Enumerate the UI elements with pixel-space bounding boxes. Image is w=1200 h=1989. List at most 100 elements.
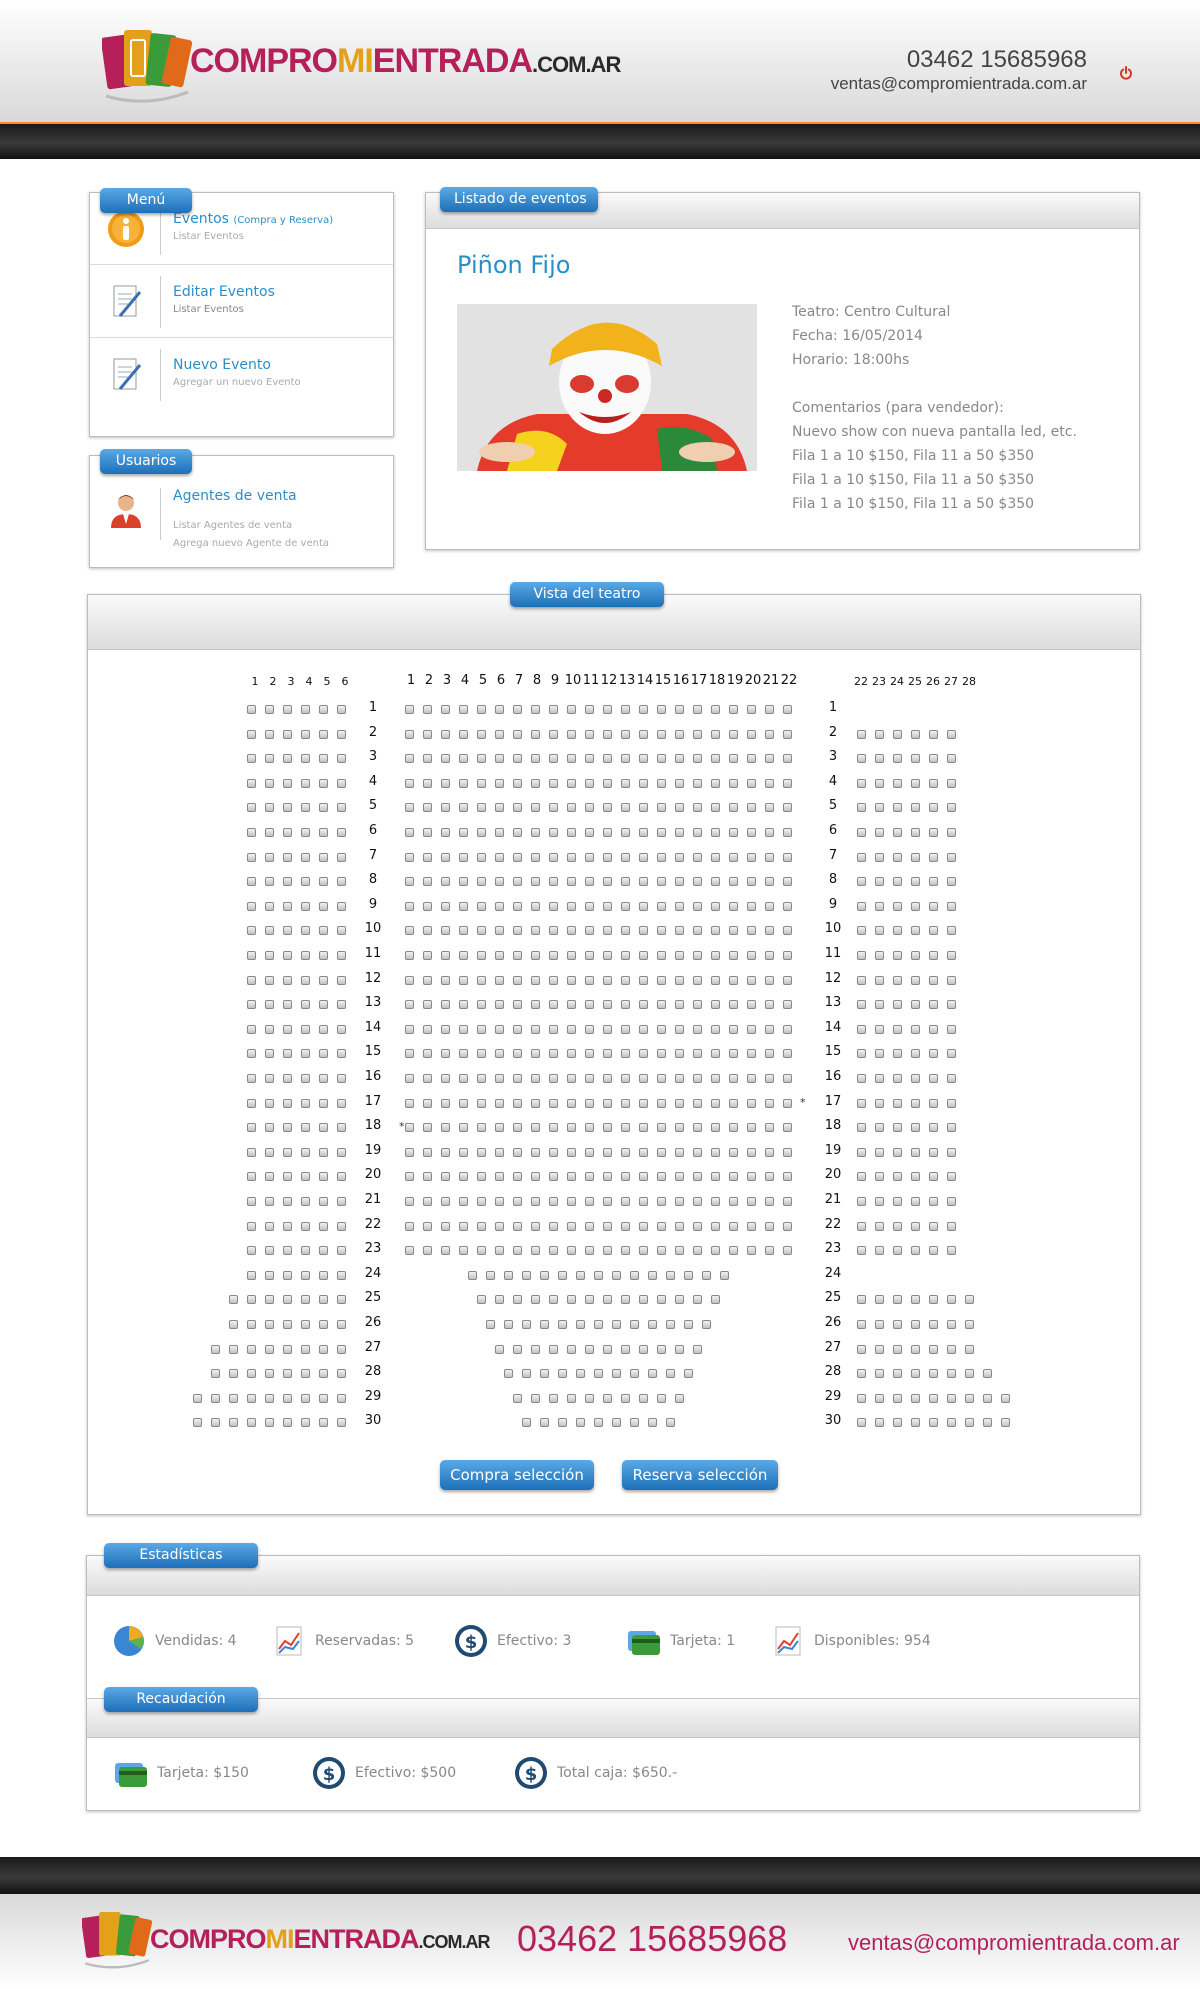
seat-left[interactable] — [337, 778, 346, 788]
seat-center[interactable] — [675, 1221, 684, 1231]
seat-center[interactable] — [603, 926, 612, 936]
seat-left[interactable] — [337, 1000, 346, 1010]
seat-center[interactable] — [441, 1000, 450, 1010]
seat-center[interactable] — [765, 1074, 774, 1083]
seat-center[interactable] — [603, 877, 612, 887]
seat-right[interactable] — [911, 1049, 920, 1059]
seat-center[interactable] — [783, 1098, 792, 1108]
seat-center[interactable] — [513, 1074, 522, 1083]
seat-center[interactable] — [423, 754, 432, 764]
seat-right[interactable] — [929, 754, 938, 764]
seat-left[interactable] — [229, 1369, 238, 1379]
seat-left[interactable] — [229, 1418, 238, 1428]
seat-center[interactable] — [621, 1393, 630, 1403]
seat-center[interactable] — [657, 975, 666, 985]
seat-center[interactable] — [783, 1147, 792, 1157]
seat-center[interactable] — [765, 1197, 774, 1206]
seat-center[interactable] — [441, 1024, 450, 1034]
seat-center[interactable] — [693, 901, 702, 911]
seat-left[interactable] — [301, 705, 310, 714]
seat-center[interactable] — [513, 975, 522, 985]
seat-center[interactable] — [729, 926, 738, 936]
seat-center[interactable] — [513, 778, 522, 788]
seat-center[interactable] — [675, 926, 684, 936]
seat-center[interactable] — [603, 1221, 612, 1231]
seat-center[interactable] — [585, 729, 594, 739]
seat-center[interactable] — [657, 1049, 666, 1059]
seat-right[interactable] — [947, 1197, 956, 1206]
seat-center[interactable] — [603, 1295, 612, 1305]
seat-center[interactable] — [459, 1246, 468, 1256]
seat-left[interactable] — [301, 1393, 310, 1403]
seat-center[interactable] — [585, 1074, 594, 1083]
seat-center[interactable] — [639, 926, 648, 936]
seat-right[interactable] — [857, 778, 866, 788]
seat-right[interactable] — [965, 1393, 974, 1403]
seat-right[interactable] — [929, 778, 938, 788]
seat-center[interactable] — [657, 926, 666, 936]
seat-left[interactable] — [247, 877, 256, 887]
seat-left[interactable] — [337, 803, 346, 813]
seat-center[interactable] — [639, 828, 648, 837]
seat-right[interactable] — [929, 901, 938, 911]
seat-center[interactable] — [675, 1295, 684, 1305]
seat-center[interactable] — [657, 1123, 666, 1133]
seat-left[interactable] — [337, 754, 346, 764]
event-photo[interactable] — [457, 304, 757, 471]
seat-left[interactable] — [301, 1172, 310, 1182]
seat-center[interactable] — [603, 852, 612, 862]
seat-center[interactable] — [702, 1320, 711, 1329]
seat-center[interactable] — [729, 828, 738, 837]
seat-center[interactable] — [405, 1024, 414, 1034]
seat-center[interactable] — [495, 1147, 504, 1157]
seat-left[interactable] — [283, 1197, 292, 1206]
seat-center[interactable] — [693, 975, 702, 985]
seat-center[interactable] — [423, 951, 432, 960]
seat-center[interactable] — [513, 1246, 522, 1256]
seat-center[interactable] — [513, 828, 522, 837]
seat-right[interactable] — [947, 1295, 956, 1305]
seat-right[interactable] — [875, 1074, 884, 1083]
seat-center[interactable] — [495, 828, 504, 837]
seat-right[interactable] — [857, 1123, 866, 1133]
seat-center[interactable] — [693, 1123, 702, 1133]
seat-center[interactable] — [513, 901, 522, 911]
seat-right[interactable] — [857, 754, 866, 764]
seat-center[interactable] — [459, 951, 468, 960]
seat-left[interactable] — [301, 1024, 310, 1034]
seat-center[interactable] — [657, 1147, 666, 1157]
seat-center[interactable] — [711, 1098, 720, 1108]
seat-center[interactable] — [423, 705, 432, 714]
seat-center[interactable] — [576, 1270, 585, 1280]
seat-center[interactable] — [693, 729, 702, 739]
seat-center[interactable] — [693, 828, 702, 837]
seat-right[interactable] — [965, 1320, 974, 1329]
seat-center[interactable] — [657, 1393, 666, 1403]
seat-center[interactable] — [765, 1000, 774, 1010]
seat-center[interactable] — [459, 754, 468, 764]
seat-center[interactable] — [621, 803, 630, 813]
seat-center[interactable] — [666, 1369, 675, 1379]
seat-left[interactable] — [265, 975, 274, 985]
seat-right[interactable] — [929, 1418, 938, 1428]
seat-center[interactable] — [405, 1172, 414, 1182]
seat-left[interactable] — [319, 926, 328, 936]
seat-center[interactable] — [495, 705, 504, 714]
seat-left[interactable] — [265, 1221, 274, 1231]
seat-center[interactable] — [603, 1049, 612, 1059]
seat-center[interactable] — [513, 1049, 522, 1059]
seat-center[interactable] — [711, 1147, 720, 1157]
seat-center[interactable] — [423, 803, 432, 813]
seat-left[interactable] — [337, 1123, 346, 1133]
seat-left[interactable] — [319, 1344, 328, 1354]
seat-left[interactable] — [247, 1172, 256, 1182]
seat-left[interactable] — [301, 1369, 310, 1379]
seat-center[interactable] — [603, 1098, 612, 1108]
seat-right[interactable] — [857, 1197, 866, 1206]
seat-center[interactable] — [621, 1197, 630, 1206]
seat-center[interactable] — [567, 729, 576, 739]
seat-center[interactable] — [747, 1000, 756, 1010]
seat-center[interactable] — [693, 877, 702, 887]
seat-right[interactable] — [893, 877, 902, 887]
seat-center[interactable] — [585, 926, 594, 936]
